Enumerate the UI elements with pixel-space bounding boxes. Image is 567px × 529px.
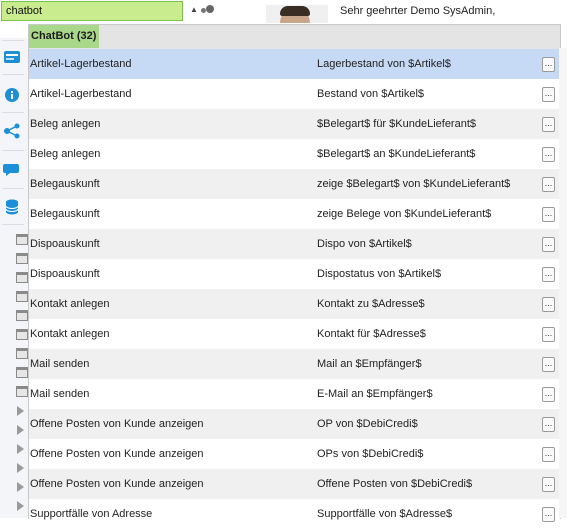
left-sidebar [0,38,29,518]
web-icon[interactable] [3,48,21,66]
item-name: Mail senden [30,388,90,400]
item-name: Kontakt anlegen [30,298,110,310]
window-icon[interactable] [16,234,28,245]
item-name: Supportfälle von Adresse [30,508,153,520]
item-phrase: Kontakt zu $Adresse$ [317,298,425,310]
results-header: ChatBot (32) [29,25,560,49]
item-name: Offene Posten von Kunde anzeigen [30,418,204,430]
window-icon[interactable] [16,253,28,264]
group-label[interactable]: ChatBot (32) [29,25,100,48]
database-icon[interactable] [3,198,21,216]
more-button[interactable]: ... [542,87,555,102]
window-icon[interactable] [16,291,28,302]
item-phrase: $Belegart$ an $KundeLieferant$ [317,148,476,160]
window-icon[interactable] [16,386,28,397]
more-button[interactable]: ... [542,57,555,72]
more-button[interactable]: ... [542,267,555,282]
item-name: Kontakt anlegen [30,328,110,340]
item-phrase: Kontakt für $Adresse$ [317,328,426,340]
item-name: Artikel-Lagerbestand [30,58,132,70]
list-item[interactable]: Supportfälle von Adresse Supportfälle von… [29,499,560,529]
play-icon[interactable] [17,463,24,473]
item-name: Dispoauskunft [30,268,100,280]
item-phrase: Supportfälle von $Adresse$ [317,508,453,520]
item-phrase: E-Mail an $Empfänger$ [317,388,433,400]
more-button[interactable]: ... [542,297,555,312]
list-item[interactable]: Offene Posten von Kunde anzeigen Offene P… [29,469,560,499]
play-icon[interactable] [17,425,24,435]
scrollbar[interactable] [559,48,567,518]
list-item[interactable]: Kontakt anlegen Kontakt zu $Adresse$... [29,289,560,319]
item-phrase: OPs von $DebiCredi$ [317,448,424,460]
item-name: Offene Posten von Kunde anzeigen [30,448,204,460]
more-button[interactable]: ... [542,417,555,432]
window-icon[interactable] [16,329,28,340]
item-phrase: Lagerbestand von $Artikel$ [317,58,451,70]
more-button[interactable]: ... [542,357,555,372]
more-button[interactable]: ... [542,237,555,252]
list-item[interactable]: Mail senden Mail an $Empfänger$... [29,349,560,379]
item-phrase: OP von $DebiCredi$ [317,418,418,430]
item-name: Belegauskunft [30,208,100,220]
item-phrase: Bestand von $Artikel$ [317,88,425,100]
search-input[interactable] [1,1,183,21]
item-phrase: zeige $Belegart$ von $KundeLieferant$ [317,178,511,190]
more-button[interactable]: ... [542,177,555,192]
search-results-popup: ChatBot (32) Artikel-Lagerbestand Lagerbe… [28,24,561,529]
play-icon[interactable] [17,444,24,454]
item-name: Artikel-Lagerbestand [30,88,132,100]
item-name: Beleg anlegen [30,118,101,130]
list-item[interactable]: Beleg anlegen $Belegart$ für $KundeLiefer… [29,109,560,139]
item-name: Beleg anlegen [30,148,101,160]
list-item[interactable]: Beleg anlegen $Belegart$ an $KundeLiefera… [29,139,560,169]
item-phrase: Mail an $Empfänger$ [317,358,422,370]
search-bar [0,0,186,22]
avatar [266,5,328,23]
item-name: Offene Posten von Kunde anzeigen [30,478,204,490]
more-button[interactable]: ... [542,117,555,132]
list-item[interactable]: Dispoauskunft Dispo von $Artikel$... [29,229,560,259]
window-icon[interactable] [16,367,28,378]
more-button[interactable]: ... [542,477,555,492]
window-icon[interactable] [16,272,28,283]
results-list: Artikel-Lagerbestand Lagerbestand von $Ar… [29,49,560,529]
greeting-text: Sehr geehrter Demo SysAdmin, [340,5,496,17]
collapse-icon[interactable]: ▲ [190,5,198,14]
list-item[interactable]: Artikel-Lagerbestand Lagerbestand von $Ar… [29,49,560,79]
item-name: Mail senden [30,358,90,370]
window-icon[interactable] [16,348,28,359]
more-button[interactable]: ... [542,147,555,162]
search-tools: ▲ [190,3,218,17]
more-button[interactable]: ... [542,447,555,462]
share-icon[interactable] [3,122,21,140]
item-phrase: Dispostatus von $Artikel$ [317,268,442,280]
item-phrase: Offene Posten von $DebiCredi$ [317,478,473,490]
play-icon[interactable] [17,406,24,416]
settings-icon[interactable] [201,3,217,15]
list-item[interactable]: Offene Posten von Kunde anzeigen OPs von … [29,439,560,469]
item-phrase: zeige Belege von $KundeLieferant$ [317,208,492,220]
list-item[interactable]: Dispoauskunft Dispostatus von $Artikel$..… [29,259,560,289]
more-button[interactable]: ... [542,507,555,522]
list-item[interactable]: Kontakt anlegen Kontakt für $Adresse$... [29,319,560,349]
more-button[interactable]: ... [542,387,555,402]
item-name: Dispoauskunft [30,238,100,250]
list-item[interactable]: Mail senden E-Mail an $Empfänger$... [29,379,560,409]
item-phrase: $Belegart$ für $KundeLieferant$ [317,118,477,130]
play-icon[interactable] [17,501,24,511]
list-item[interactable]: Artikel-Lagerbestand Bestand von $Artikel… [29,79,560,109]
list-item[interactable]: Offene Posten von Kunde anzeigen OP von $… [29,409,560,439]
chat-icon[interactable] [3,160,21,178]
info-icon[interactable] [3,86,21,104]
list-item[interactable]: Belegauskunft zeige $Belegart$ von $Kunde… [29,169,560,199]
item-name: Belegauskunft [30,178,100,190]
more-button[interactable]: ... [542,207,555,222]
item-phrase: Dispo von $Artikel$ [317,238,412,250]
list-item[interactable]: Belegauskunft zeige Belege von $KundeLief… [29,199,560,229]
window-icon[interactable] [16,310,28,321]
play-icon[interactable] [17,482,24,492]
more-button[interactable]: ... [542,327,555,342]
